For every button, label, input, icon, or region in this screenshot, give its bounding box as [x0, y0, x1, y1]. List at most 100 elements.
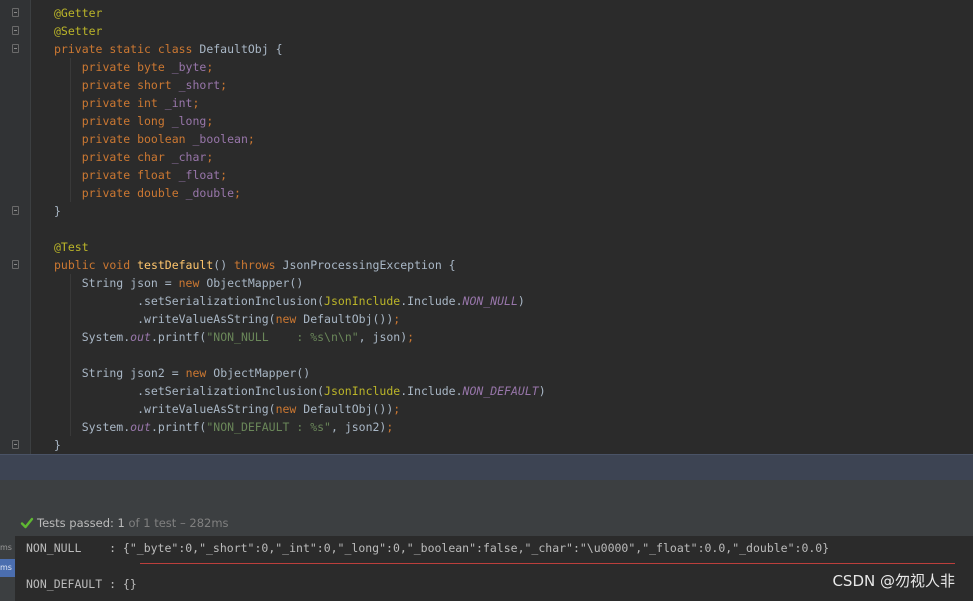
code-editor[interactable]: @Getter @Setter private static class Defau…: [0, 0, 973, 454]
code-token: .printf(: [150, 420, 207, 434]
code-line[interactable]: public void testDefault() throws JsonPro…: [54, 256, 456, 274]
code-line[interactable]: private int _int;: [54, 94, 200, 112]
code-token: .setSerializationInclusion(: [54, 384, 325, 398]
code-token: ;: [220, 78, 228, 92]
code-token: .Include.: [400, 294, 463, 308]
code-token: out: [130, 420, 151, 434]
splitter-highlight: [0, 455, 973, 480]
watermark: CSDN @勿视人非: [832, 572, 955, 590]
code-token: ;: [234, 186, 241, 200]
code-line[interactable]: private boolean _boolean;: [54, 130, 255, 148]
test-time-tag[interactable]: ms: [0, 539, 15, 557]
fold-marker-icon[interactable]: [12, 440, 19, 449]
code-token: , json2): [330, 420, 387, 434]
fold-marker-icon[interactable]: [12, 26, 19, 35]
code-line[interactable]: private char _char;: [54, 148, 214, 166]
code-line[interactable]: @Setter: [54, 22, 102, 40]
code-token: NON_DEFAULT: [462, 384, 539, 398]
code-token: private double: [54, 186, 186, 200]
code-token: ;: [393, 312, 401, 326]
code-line[interactable]: private float _float;: [54, 166, 227, 184]
code-token: private short: [54, 78, 179, 92]
code-token: public void: [54, 258, 138, 272]
editor-gutter: [0, 0, 31, 454]
code-line[interactable]: System.out.printf("NON_NULL : %s\n\n", j…: [54, 328, 414, 346]
test-status-text: Tests passed: 1 of 1 test – 282ms: [37, 516, 229, 530]
code-line[interactable]: private byte _byte;: [54, 58, 214, 76]
code-line[interactable]: private double _double;: [54, 184, 241, 202]
code-token: DefaultObj()): [303, 402, 394, 416]
code-line[interactable]: }: [54, 202, 61, 220]
test-tree-strip[interactable]: ms ms: [0, 536, 15, 601]
code-token: @Setter: [54, 24, 103, 38]
code-token: ;: [206, 114, 214, 128]
code-token: _float: [178, 168, 221, 182]
tests-total: of 1 test: [128, 516, 177, 530]
code-line[interactable]: String json = new ObjectMapper(): [54, 274, 304, 292]
code-line[interactable]: String json2 = new ObjectMapper(): [54, 364, 311, 382]
code-token: @Getter: [54, 6, 103, 20]
code-line[interactable]: private long _long;: [54, 112, 214, 130]
code-token: new: [275, 402, 304, 416]
code-token: _char: [171, 150, 207, 164]
code-token: new: [178, 276, 207, 290]
code-token: .writeValueAsString(: [54, 312, 276, 326]
code-line[interactable]: .setSerializationInclusion(JsonInclude.I…: [54, 292, 525, 310]
fold-marker-icon[interactable]: [12, 206, 19, 215]
code-token: (): [213, 258, 235, 272]
code-token: ;: [247, 132, 255, 146]
fold-marker-icon[interactable]: [12, 44, 19, 53]
code-token: ObjectMapper(): [213, 366, 311, 380]
test-duration: 282ms: [189, 516, 229, 530]
console-line-non-null: NON_NULL : {"_byte":0,"_short":0,"_int":…: [26, 541, 830, 555]
fold-marker-icon[interactable]: [12, 260, 19, 269]
code-token: DefaultObj {: [199, 42, 283, 56]
code-token: .setSerializationInclusion(: [54, 294, 325, 308]
code-line[interactable]: @Test: [54, 238, 89, 256]
code-token: System.: [54, 420, 131, 434]
code-token: String json2 =: [54, 366, 186, 380]
code-token: _boolean: [192, 132, 248, 146]
code-token: _double: [185, 186, 235, 200]
code-token: NON_NULL: [462, 294, 518, 308]
code-line[interactable]: }: [54, 436, 61, 454]
code-token: private long: [54, 114, 172, 128]
code-token: new: [275, 312, 304, 326]
code-line[interactable]: private short _short;: [54, 76, 227, 94]
code-token: ;: [407, 330, 415, 344]
code-token: throws: [234, 258, 283, 272]
editor-splitter[interactable]: [0, 454, 973, 481]
code-token: ;: [386, 420, 394, 434]
code-line[interactable]: private static class DefaultObj {: [54, 40, 283, 58]
code-token: ;: [192, 96, 200, 110]
code-token: }: [54, 204, 61, 218]
fold-marker-icon[interactable]: [12, 8, 19, 17]
status-separator: –: [179, 516, 186, 530]
code-token: _long: [171, 114, 207, 128]
code-line[interactable]: .writeValueAsString(new DefaultObj());: [54, 400, 400, 418]
code-token: ;: [393, 402, 401, 416]
code-token: private char: [54, 150, 172, 164]
code-token: System.: [54, 330, 131, 344]
code-token: "NON_NULL : %s\n\n": [206, 330, 359, 344]
test-time-tag-selected[interactable]: ms: [0, 559, 15, 577]
code-token: private float: [54, 168, 179, 182]
code-line[interactable]: .writeValueAsString(new DefaultObj());: [54, 310, 400, 328]
code-token: }: [54, 438, 61, 452]
code-token: JsonInclude: [324, 384, 401, 398]
code-token: ): [538, 384, 546, 398]
tests-passed-label: Tests passed:: [37, 516, 114, 530]
code-token: "NON_DEFAULT : %s": [206, 420, 331, 434]
code-token: private boolean: [54, 132, 193, 146]
code-line[interactable]: System.out.printf("NON_DEFAULT : %s", js…: [54, 418, 394, 436]
indent-guide: [70, 274, 71, 436]
code-token: ;: [220, 168, 228, 182]
code-token: .Include.: [400, 384, 463, 398]
console-line-non-default: NON_DEFAULT : {}: [26, 577, 137, 591]
code-line[interactable]: @Getter: [54, 4, 102, 22]
code-token: _int: [164, 96, 193, 110]
code-token: JsonInclude: [324, 294, 401, 308]
console-output[interactable]: ms ms NON_NULL : {"_byte":0,"_short":0,"…: [0, 536, 973, 601]
code-token: out: [130, 330, 151, 344]
code-line[interactable]: .setSerializationInclusion(JsonInclude.I…: [54, 382, 546, 400]
